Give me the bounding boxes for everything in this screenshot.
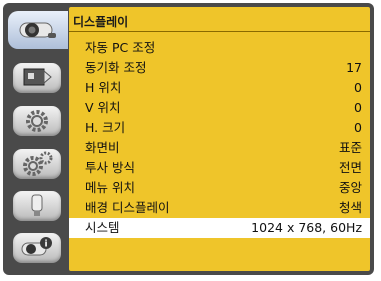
menu-item-background-display[interactable]: 배경 디스플레이 청색	[69, 198, 370, 218]
sidebar: i	[8, 7, 68, 271]
menu-item-label: 화면비	[85, 140, 120, 155]
menu-item-label: H 위치	[85, 80, 122, 95]
divider	[69, 31, 370, 32]
menu-item-aspect-ratio[interactable]: 화면비 표준	[69, 138, 370, 158]
sidebar-item-image-adjust[interactable]	[13, 63, 61, 93]
menu-item-h-size[interactable]: H. 크기 0	[69, 118, 370, 138]
menu-item-sync-adjust[interactable]: 동기화 조정 17	[69, 58, 370, 78]
menu-item-auto-pc-adjust[interactable]: 자동 PC 조정	[69, 38, 370, 58]
menu-item-value: 0	[354, 120, 362, 135]
menu-item-value: 17	[346, 60, 362, 75]
sidebar-item-setting[interactable]	[13, 106, 61, 136]
sidebar-item-expand[interactable]	[13, 149, 61, 179]
osd-menu-frame: i 디스플레이 자동 PC 조정 동기화 조정 17 H 위치 0 V 위치 0	[3, 3, 374, 275]
menu-item-label: 자동 PC 조정	[85, 40, 156, 55]
menu-item-value: 1024 x 768, 60Hz	[251, 220, 362, 235]
menu-item-h-position[interactable]: H 위치 0	[69, 78, 370, 98]
menu-item-label: V 위치	[85, 100, 121, 115]
usb-icon	[27, 193, 47, 219]
page-title: 디스플레이	[73, 15, 129, 29]
menu-item-label: 배경 디스플레이	[85, 200, 170, 215]
menu-item-label: 메뉴 위치	[85, 180, 135, 195]
menu-item-projection[interactable]: 투사 방식 전면	[69, 158, 370, 178]
menu-item-value: 전면	[338, 160, 362, 175]
menu-item-value: 중앙	[338, 180, 362, 195]
sidebar-item-display[interactable]	[8, 11, 68, 49]
menu-item-label: 투사 방식	[85, 160, 135, 175]
expand-gears-icon	[20, 151, 54, 177]
menu-item-v-position[interactable]: V 위치 0	[69, 98, 370, 118]
svg-text:i: i	[44, 240, 47, 250]
sidebar-item-info[interactable]: i	[13, 233, 61, 263]
menu-item-value: 표준	[338, 140, 362, 155]
menu-item-value: 0	[354, 100, 362, 115]
sidebar-item-usb[interactable]	[13, 191, 61, 221]
menu-list: 자동 PC 조정 동기화 조정 17 H 위치 0 V 위치 0 H. 크기 0…	[69, 38, 370, 238]
display-icon	[18, 16, 58, 44]
setting-gear-icon	[22, 108, 52, 134]
menu-item-value: 청색	[338, 200, 362, 215]
image-adjust-icon	[20, 66, 54, 90]
menu-item-system[interactable]: 시스템 1024 x 768, 60Hz	[69, 218, 370, 238]
menu-panel: 디스플레이 자동 PC 조정 동기화 조정 17 H 위치 0 V 위치 0 H…	[69, 7, 370, 271]
menu-item-value: 0	[354, 80, 362, 95]
info-icon: i	[19, 235, 55, 261]
menu-item-menu-position[interactable]: 메뉴 위치 중앙	[69, 178, 370, 198]
menu-item-label: 시스템	[85, 220, 120, 235]
menu-item-label: H. 크기	[85, 120, 126, 135]
menu-item-label: 동기화 조정	[85, 60, 147, 75]
